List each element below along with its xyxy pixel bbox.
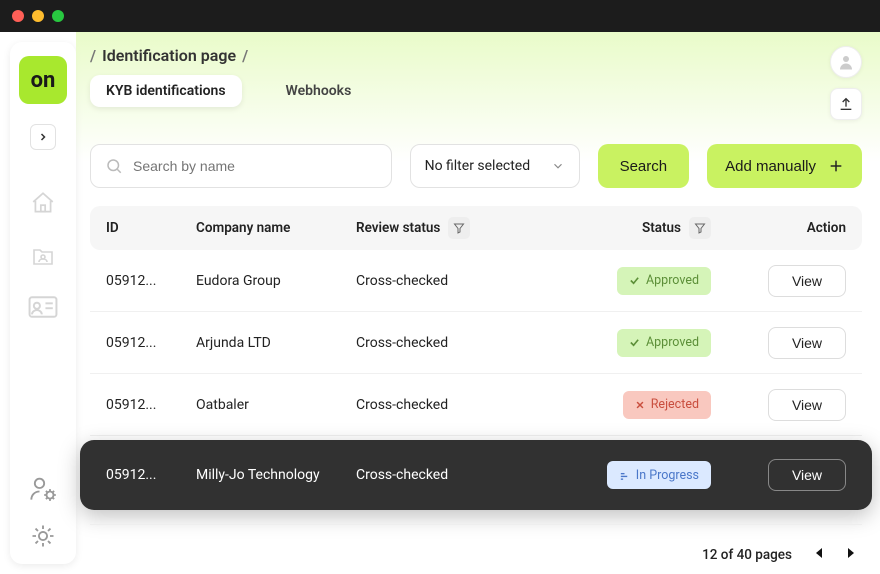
cell-review: Cross-checked xyxy=(356,273,556,289)
upload-button[interactable] xyxy=(830,88,862,120)
divider xyxy=(90,524,862,525)
col-id: ID xyxy=(106,220,196,236)
check-icon xyxy=(629,337,640,348)
logo-text: on xyxy=(31,68,56,93)
triangle-left-icon xyxy=(814,547,824,559)
tab-label: KYB identifications xyxy=(106,83,226,99)
breadcrumb-page: Identification page xyxy=(102,46,236,65)
search-button[interactable]: Search xyxy=(598,144,690,188)
cell-action: View xyxy=(731,459,846,491)
chevron-down-icon xyxy=(551,159,565,173)
sidebar: on xyxy=(10,42,76,564)
view-button[interactable]: View xyxy=(768,265,846,297)
cell-company: Milly-Jo Technology xyxy=(196,467,356,483)
window-minimize-icon[interactable] xyxy=(32,10,44,22)
breadcrumb-separator: / xyxy=(90,46,96,65)
cell-action: View xyxy=(731,265,846,297)
cell-id: 05912... xyxy=(106,273,196,289)
chevron-right-icon xyxy=(37,131,49,143)
pagination-label: 12 of 40 pages xyxy=(702,547,792,563)
next-page-button[interactable] xyxy=(846,547,856,563)
cell-company: Arjunda LTD xyxy=(196,335,356,351)
add-manually-button[interactable]: Add manually xyxy=(707,144,862,188)
view-button[interactable]: View xyxy=(768,389,846,421)
window-maximize-icon[interactable] xyxy=(52,10,64,22)
cell-company: Oatbaler xyxy=(196,397,356,413)
avatar[interactable] xyxy=(830,46,862,78)
col-action: Action xyxy=(731,220,846,236)
upload-icon xyxy=(838,96,854,112)
breadcrumb-separator: / xyxy=(242,46,248,65)
pagination: 12 of 40 pages xyxy=(90,547,862,563)
table: ID Company name Review status Status Act… xyxy=(90,206,862,525)
cell-company: Eudora Group xyxy=(196,273,356,289)
plus-icon xyxy=(828,158,844,174)
search-input[interactable] xyxy=(133,158,377,174)
window-close-icon[interactable] xyxy=(12,10,24,22)
table-body: 05912... Eudora Group Cross-checked Appr… xyxy=(90,250,862,510)
table-header: ID Company name Review status Status Act… xyxy=(90,206,862,250)
filter-icon-status[interactable] xyxy=(689,217,711,239)
table-row: 05912... Eudora Group Cross-checked Appr… xyxy=(90,250,862,312)
cell-status: Approved xyxy=(556,329,731,357)
cell-review: Cross-checked xyxy=(356,335,556,351)
col-status[interactable]: Status xyxy=(556,217,731,239)
tab-label: Webhooks xyxy=(286,83,352,99)
col-review[interactable]: Review status xyxy=(356,217,556,239)
settings-icon[interactable] xyxy=(29,522,57,550)
x-icon xyxy=(635,400,645,410)
check-icon xyxy=(629,275,640,286)
collapse-sidebar-button[interactable] xyxy=(30,124,56,150)
cell-id: 05912... xyxy=(106,335,196,351)
cell-id: 05912... xyxy=(106,467,196,483)
user-settings-icon[interactable] xyxy=(29,474,57,502)
home-icon[interactable] xyxy=(29,190,57,216)
search-button-label: Search xyxy=(620,158,668,175)
filter-select[interactable]: No filter selected xyxy=(410,144,580,188)
funnel-icon xyxy=(694,222,706,234)
status-badge-approved: Approved xyxy=(617,329,711,357)
cell-status: In Progress xyxy=(556,461,731,489)
logo: on xyxy=(19,56,67,104)
cell-action: View xyxy=(731,389,846,421)
cell-status: Rejected xyxy=(556,391,731,419)
view-button[interactable]: View xyxy=(768,327,846,359)
triangle-right-icon xyxy=(846,547,856,559)
filter-icon-review[interactable] xyxy=(448,217,470,239)
add-manually-label: Add manually xyxy=(725,158,816,175)
funnel-icon xyxy=(453,222,465,234)
cell-id: 05912... xyxy=(106,397,196,413)
status-badge-approved: Approved xyxy=(617,267,711,295)
cell-review: Cross-checked xyxy=(356,397,556,413)
status-badge-rejected: Rejected xyxy=(623,391,711,419)
filter-select-label: No filter selected xyxy=(425,158,531,174)
id-card-icon[interactable] xyxy=(28,296,58,318)
search-icon xyxy=(105,157,123,175)
table-row-active: 05912... Milly-Jo Technology Cross-check… xyxy=(80,440,872,510)
prev-page-button[interactable] xyxy=(814,547,824,563)
progress-icon xyxy=(619,470,630,481)
table-row: 05912... Oatbaler Cross-checked Rejected… xyxy=(90,374,862,436)
tab-kyb-identifications[interactable]: KYB identifications xyxy=(90,75,242,107)
breadcrumb: / Identification page / xyxy=(90,46,367,65)
titlebar xyxy=(0,0,880,32)
view-button[interactable]: View xyxy=(768,459,846,491)
col-company: Company name xyxy=(196,220,356,236)
table-row: 05912... Arjunda LTD Cross-checked Appro… xyxy=(90,312,862,374)
search-input-wrapper xyxy=(90,144,392,188)
tab-webhooks[interactable]: Webhooks xyxy=(270,75,368,107)
status-badge-inprogress: In Progress xyxy=(607,461,711,489)
cell-status: Approved xyxy=(556,267,731,295)
user-icon xyxy=(837,53,855,71)
cell-review: Cross-checked xyxy=(356,467,556,483)
cell-action: View xyxy=(731,327,846,359)
folder-user-icon[interactable] xyxy=(29,244,57,268)
